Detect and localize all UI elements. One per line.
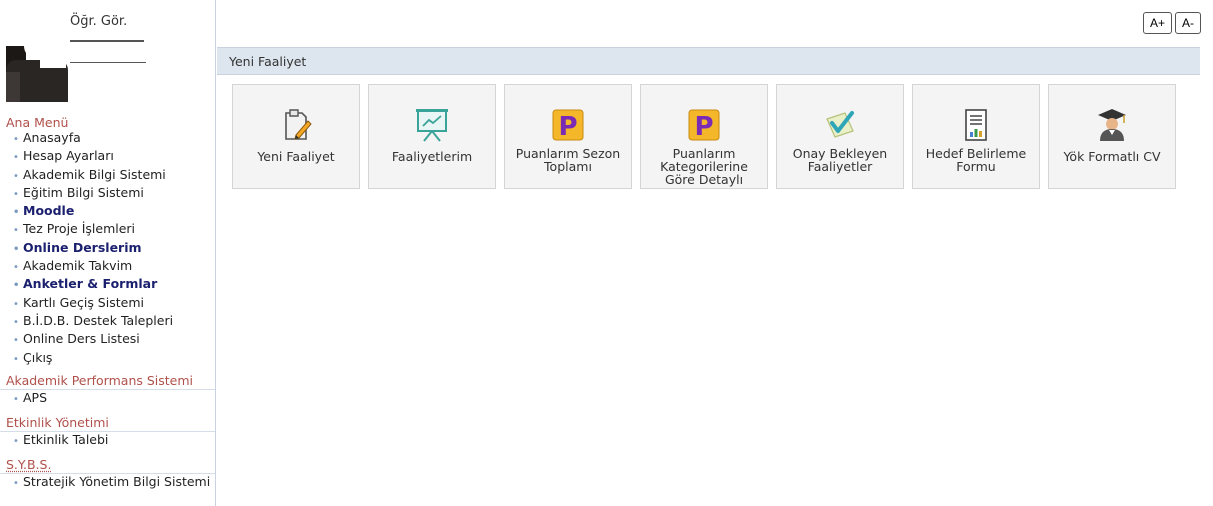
tile-grid: Yeni Faaliyet Faaliyetlerim P Puanlarım … — [232, 84, 1176, 189]
p-badge-icon: P — [688, 109, 720, 142]
menu-item-moodle[interactable]: • Moodle — [13, 203, 215, 221]
tile-puanlarim-kategorilere-gore[interactable]: P Puanlarım Kategorilerine Göre Detaylı — [640, 84, 768, 189]
menu-item-akademik-bilgi-sistemi[interactable]: • Akademik Bilgi Sistemi — [13, 167, 215, 185]
tile-label: Yeni Faaliyet — [257, 149, 335, 164]
menu-item-cikis[interactable]: • Çıkış — [13, 350, 215, 368]
bullet-icon: • — [13, 170, 19, 182]
tile-onay-bekleyen-faaliyetler[interactable]: Onay Bekleyen Faaliyetler — [776, 84, 904, 189]
profile-area: Öğr. Gör. — [0, 0, 215, 108]
bullet-icon: • — [13, 262, 19, 274]
presentation-board-icon — [416, 109, 448, 142]
bullet-icon: • — [13, 207, 20, 219]
bullet-icon: • — [13, 280, 20, 292]
checkmark-icon — [826, 111, 854, 138]
bullet-icon: • — [13, 134, 19, 145]
bullet-icon: • — [13, 225, 19, 237]
tile-label: Onay Bekleyen Faaliyetler — [792, 146, 888, 174]
avatar — [6, 16, 68, 102]
bullet-icon: • — [13, 188, 19, 200]
menu-item-bidb-destek-talepleri[interactable]: • B.İ.D.B. Destek Talepleri — [13, 313, 215, 331]
tile-label: Yök Formatlı CV — [1063, 149, 1161, 164]
aps-list: • APS — [0, 390, 215, 408]
tile-faaliyetlerim[interactable]: Faaliyetlerim — [368, 84, 496, 189]
menu-item-tez-proje-islemleri[interactable]: • Tez Proje İşlemleri — [13, 221, 215, 239]
bullet-icon: • — [13, 353, 19, 365]
tile-hedef-belirleme-formu[interactable]: Hedef Belirleme Formu — [912, 84, 1040, 189]
menu-item-kartli-gecis-sistemi[interactable]: • Kartlı Geçiş Sistemi — [13, 295, 215, 313]
edit-document-icon — [285, 109, 312, 140]
bullet-icon: • — [13, 436, 19, 448]
svg-text:P: P — [694, 112, 713, 142]
menu-item-online-derslerim[interactable]: • Online Derslerim — [13, 240, 215, 258]
tile-puanlarim-sezon-toplami[interactable]: P Puanlarım Sezon Toplamı — [504, 84, 632, 189]
tile-label: Puanlarım Kategorilerine Göre Detaylı — [660, 146, 748, 187]
tile-label: Hedef Belirleme Formu — [925, 146, 1027, 174]
menu-item-anketler-formlar[interactable]: • Anketler & Formlar — [13, 276, 215, 294]
main-content: A+ A- Yeni Faaliyet Yeni Faaliyet Faaliy… — [217, 0, 1213, 506]
bullet-icon: • — [13, 298, 19, 310]
svg-text:P: P — [558, 112, 577, 142]
profile-title: Öğr. Gör. — [70, 14, 128, 29]
sybs-header: S.Y.B.S. — [0, 457, 215, 475]
etkinlik-list: • Etkinlik Talebi — [0, 432, 215, 450]
menu-item-etkinlik-talebi[interactable]: • Etkinlik Talebi — [13, 432, 215, 450]
graduate-icon — [1098, 109, 1126, 141]
tile-yeni-faaliyet[interactable]: Yeni Faaliyet — [232, 84, 360, 189]
font-decrease-button[interactable]: A- — [1175, 12, 1201, 34]
menu-item-akademik-takvim[interactable]: • Akademik Takvim — [13, 258, 215, 276]
report-document-icon — [965, 109, 987, 141]
aps-header: Akademik Performans Sistemi — [0, 373, 215, 390]
sidebar: Öğr. Gör. Ana Menü • Anasayfa • Hesap Ayar… — [0, 0, 216, 506]
redacted-name — [70, 40, 144, 42]
bullet-icon: • — [13, 335, 19, 347]
section-title: Yeni Faaliyet — [229, 54, 307, 69]
tile-label: Faaliyetlerim — [391, 149, 473, 164]
sybs-list: • Stratejik Yönetim Bilgi Sistemi — [0, 474, 215, 492]
menu-item-online-ders-listesi[interactable]: • Online Ders Listesi — [13, 331, 215, 349]
font-size-controls: A+ A- — [1142, 12, 1201, 34]
tile-yok-formatli-cv[interactable]: Yök Formatlı CV — [1048, 84, 1176, 189]
menu-item-hesap-ayarlari[interactable]: • Hesap Ayarları — [13, 148, 215, 166]
menu-item-aps[interactable]: • APS — [13, 390, 215, 408]
bullet-icon: • — [13, 316, 19, 328]
redacted-department — [70, 62, 146, 63]
menu-item-anasayfa[interactable]: • Anasayfa — [13, 130, 215, 148]
font-increase-button[interactable]: A+ — [1142, 12, 1172, 34]
bullet-icon: • — [13, 152, 19, 164]
etkinlik-header: Etkinlik Yönetimi — [0, 415, 215, 433]
ana-menu-list: • Anasayfa • Hesap Ayarları • Akademik Bilg… — [0, 130, 215, 368]
menu-item-stratejik-yonetim[interactable]: • Stratejik Yönetim Bilgi Sistemi — [6, 474, 215, 492]
ana-menu-header: Ana Menü — [6, 115, 69, 130]
bullet-icon: • — [13, 243, 20, 255]
section-title-bar: Yeni Faaliyet — [217, 47, 1200, 75]
tile-label: Puanlarım Sezon Toplamı — [515, 146, 621, 174]
bullet-icon: • — [13, 478, 19, 490]
menu-item-egitim-bilgi-sistemi[interactable]: • Eğitim Bilgi Sistemi — [13, 185, 215, 203]
p-badge-icon: P — [552, 109, 584, 142]
bullet-icon: • — [13, 393, 19, 405]
